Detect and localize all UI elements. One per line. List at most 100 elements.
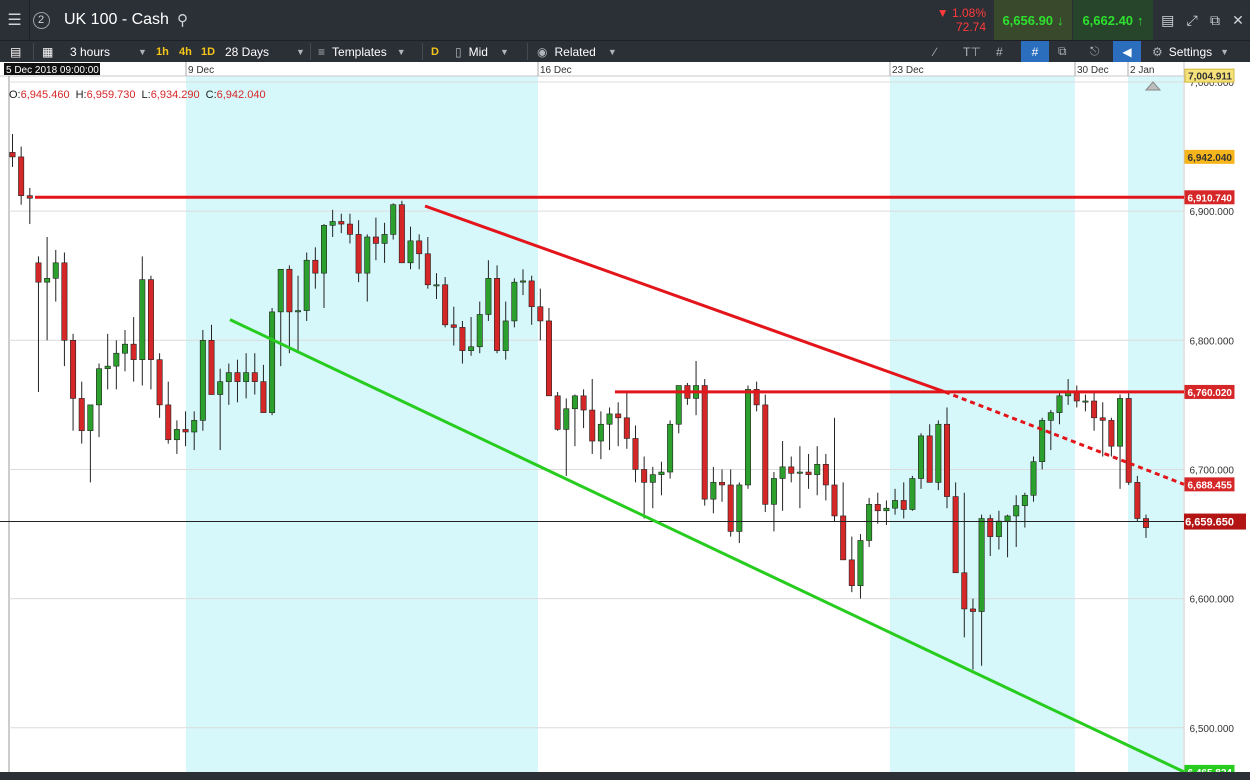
candlestick-chart[interactable]: 9 Dec 16 Dec 23 Dec 30 Dec 2 Jan 5 Dec 2… — [0, 62, 1250, 780]
trading-app: ☰ 2 UK 100 - Cash ⚲ ▼ 1.08% 72.74 6,656.… — [0, 0, 1250, 780]
candle-body — [165, 404, 172, 441]
hamburger-menu-icon[interactable]: ☰ — [0, 0, 30, 40]
candle-body — [35, 262, 42, 283]
crosshair-grid-icon[interactable]: # — [1021, 41, 1049, 62]
related-menu[interactable]: ◉ Related ▼ — [537, 41, 617, 62]
search-icon[interactable]: ⚲ — [177, 11, 188, 29]
sell-price-button[interactable]: 6,656.90 ↓ — [994, 0, 1072, 40]
interval-1h-button[interactable]: 1h — [156, 41, 169, 62]
session-shade — [1128, 76, 1183, 780]
candle-body — [18, 156, 25, 196]
price-tag-resistance-high: 6,910.740 — [1188, 193, 1233, 204]
grid-icon[interactable]: # — [996, 41, 1014, 62]
candle-body — [545, 320, 552, 397]
candle-body — [433, 284, 440, 287]
grid-layout-icon[interactable]: ▦ — [42, 41, 60, 62]
candle-body — [649, 474, 656, 483]
templates-menu[interactable]: ≡ Templates ▼ — [318, 41, 406, 62]
daily-button[interactable]: D — [431, 41, 439, 62]
candle-body — [52, 262, 59, 279]
candle-body — [727, 484, 734, 532]
range-select[interactable]: 28 Days ▼ — [225, 41, 305, 62]
candle-body — [459, 327, 466, 351]
draw-line-icon[interactable]: ∕ — [934, 41, 952, 62]
candle-body — [442, 284, 449, 326]
candle-body — [9, 152, 16, 158]
candle-body — [520, 280, 526, 283]
interval-select[interactable]: 3 hours ▼ — [70, 41, 147, 62]
level-bars-icon[interactable]: ▤ — [1161, 12, 1174, 29]
y-tick-label: 6,500.000 — [1190, 724, 1235, 735]
candle-body — [788, 466, 795, 474]
chart-area[interactable]: 9 Dec 16 Dec 23 Dec 30 Dec 2 Jan 5 Dec 2… — [0, 62, 1250, 780]
buy-price-button[interactable]: 6,662.40 ↑ — [1073, 0, 1153, 40]
candle-body — [580, 395, 587, 411]
candle-body — [918, 435, 925, 479]
ohlc-legend: O:6,945.460 H:6,959.730 L:6,934.290 C:6,942… — [9, 89, 266, 101]
popout-icon[interactable]: ⧉ — [1210, 12, 1220, 29]
window-controls: ▤ ⤢ ⧉ ✕ — [1155, 0, 1250, 40]
interval-1d-button[interactable]: 1D — [201, 41, 215, 62]
candle-body — [1108, 420, 1115, 447]
candle-body — [122, 343, 128, 354]
candle-body — [554, 395, 561, 430]
candle-body — [424, 253, 431, 286]
text-tool-icon[interactable]: T⊤ — [963, 41, 983, 62]
x-tick-label: 2 Jan — [1130, 65, 1154, 76]
candle-body — [762, 404, 769, 505]
interval-4h-button[interactable]: 4h — [179, 41, 192, 62]
candle-body — [199, 339, 206, 421]
close-icon[interactable]: ✕ — [1232, 12, 1244, 29]
candle-body — [589, 409, 596, 442]
chevron-down-icon: ▼ — [296, 46, 305, 57]
sidebar-toggle-icon[interactable]: ▤ — [10, 41, 28, 62]
expand-icon[interactable]: ⤢ — [1187, 12, 1198, 29]
candle-body — [1125, 398, 1132, 483]
price-tag-last-close: 6,942.040 — [1188, 153, 1233, 164]
x-tick-label: 9 Dec — [188, 65, 214, 76]
candle-body — [286, 268, 293, 313]
candle-body — [70, 339, 77, 399]
candle-body — [667, 423, 674, 473]
change-percent: ▼ 1.08% — [936, 6, 986, 20]
instrument-title[interactable]: UK 100 - Cash — [52, 11, 169, 29]
chevron-down-icon: ▼ — [1220, 46, 1230, 57]
candle-body — [468, 346, 475, 351]
candle-body — [1004, 515, 1011, 522]
candle-body — [805, 471, 812, 475]
settings-button[interactable]: ⚙ Settings ▼ — [1152, 41, 1229, 62]
chevron-down-icon: ▼ — [607, 46, 617, 57]
candle-body — [511, 281, 518, 322]
candle-body — [866, 504, 873, 541]
indicator-icon[interactable]: ⎋ — [1090, 41, 1108, 62]
candle-body — [208, 339, 215, 395]
copy-icon[interactable]: ⧉ — [1058, 41, 1076, 62]
candle-body — [372, 236, 379, 244]
candle-body — [909, 478, 916, 510]
crosshair-date: 5 Dec 2018 09:00:00 — [6, 65, 99, 76]
candle-body — [87, 404, 94, 432]
candle-body — [494, 278, 501, 351]
price-tag-trend-projection: 6,688.455 — [1188, 480, 1233, 491]
candle-body — [1082, 400, 1089, 403]
candle-body — [61, 262, 68, 341]
candle-body — [969, 608, 976, 612]
gear-icon: ⚙ — [1152, 44, 1163, 59]
tag-icon[interactable]: ◀ — [1113, 41, 1141, 62]
price-type-select[interactable]: ▯ Mid ▼ — [455, 41, 509, 62]
window-count-badge[interactable]: 2 — [30, 0, 52, 40]
candle-body — [831, 484, 838, 517]
candle-body — [485, 278, 492, 315]
y-tick-label: 6,700.000 — [1190, 465, 1235, 476]
candle-body — [978, 518, 985, 612]
candle-body — [779, 466, 786, 479]
candle-body — [139, 279, 146, 360]
candle-body — [502, 320, 509, 351]
candle-body — [710, 482, 717, 500]
candle-body — [234, 372, 241, 382]
candle-body — [1021, 494, 1028, 506]
candle-body — [303, 259, 310, 311]
session-shade — [186, 76, 538, 780]
candle-body — [173, 429, 180, 441]
session-shade — [890, 76, 1075, 780]
